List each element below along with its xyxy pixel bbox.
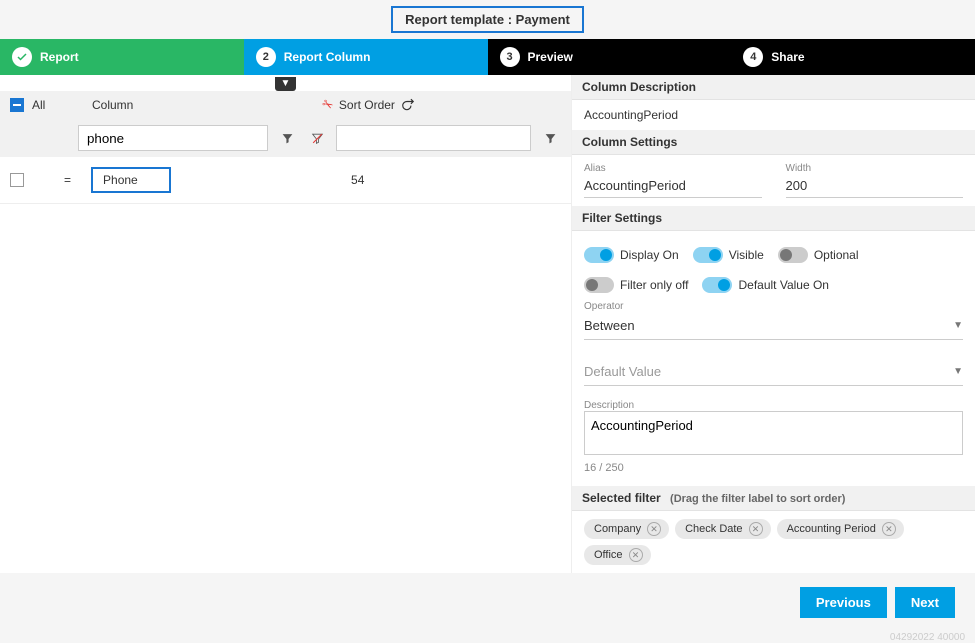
step-number-4: 4 [743, 47, 763, 67]
toggle-visible[interactable] [693, 247, 723, 263]
default-value-select[interactable]: Default Value▼ [584, 358, 963, 386]
sort-filter-input[interactable] [336, 125, 531, 151]
toggle-display-label: Display On [620, 248, 679, 262]
alias-input[interactable]: AccountingPeriod [584, 174, 762, 198]
collapse-all-icon[interactable] [10, 98, 24, 112]
sort-filter-icon[interactable] [539, 125, 561, 151]
toggle-visible-label: Visible [729, 248, 764, 262]
column-filter-row [0, 119, 571, 157]
selected-filter-hint: (Drag the filter label to sort order) [670, 493, 845, 505]
column-list-panel: ▼ All Column ✂ Sort Order = Phone 54 [0, 75, 571, 573]
filter-chip[interactable]: Check Date✕ [675, 519, 770, 539]
previous-button[interactable]: Previous [800, 587, 887, 618]
step-label: Share [771, 50, 804, 64]
filter-icon[interactable] [276, 125, 298, 151]
chevron-down-icon: ▼ [953, 320, 963, 331]
close-icon[interactable]: ✕ [882, 522, 896, 536]
table-row[interactable]: = Phone 54 [0, 157, 571, 204]
step-report[interactable]: Report [0, 39, 244, 75]
close-icon[interactable]: ✕ [629, 548, 643, 562]
toggle-filter-only[interactable] [584, 277, 614, 293]
step-report-column[interactable]: 2 Report Column [244, 39, 488, 75]
column-grid-header: All Column ✂ Sort Order [0, 91, 571, 119]
row-order: 54 [351, 173, 364, 187]
header-all: All [32, 98, 92, 112]
sort-label: Sort Order [339, 98, 395, 112]
column-description-header: Column Description [572, 75, 975, 100]
step-number-3: 3 [500, 47, 520, 67]
width-input[interactable]: 200 [786, 174, 964, 198]
filter-settings-header: Filter Settings [572, 206, 975, 231]
toggle-filter-only-label: Filter only off [620, 278, 688, 292]
column-settings-header: Column Settings [572, 130, 975, 155]
filter-chip[interactable]: Office✕ [584, 545, 651, 565]
step-label: Report Column [284, 50, 371, 64]
description-textarea[interactable] [584, 411, 963, 455]
pin-icon[interactable]: ✂ [319, 95, 336, 114]
operator-label: Operator [584, 301, 963, 312]
toggle-default-value[interactable] [702, 277, 732, 293]
row-operator: = [64, 173, 71, 187]
chevron-down-icon[interactable]: ▼ [275, 77, 297, 91]
toggle-optional-label: Optional [814, 248, 859, 262]
header-sort[interactable]: ✂ Sort Order [322, 97, 561, 113]
char-count: 16 / 250 [584, 458, 963, 478]
alias-label: Alias [584, 163, 762, 174]
column-settings-panel: Column Description AccountingPeriod Colu… [571, 75, 975, 573]
build-number: 04292022 40000 [0, 632, 975, 643]
step-preview[interactable]: 3 Preview [488, 39, 732, 75]
wizard-steps: Report 2 Report Column 3 Preview 4 Share [0, 39, 975, 75]
chevron-down-icon: ▼ [953, 366, 963, 377]
wizard-footer: Previous Next [0, 573, 975, 632]
filter-chips: Company✕ Check Date✕ Accounting Period✕ … [572, 511, 975, 573]
step-number-2: 2 [256, 47, 276, 67]
step-label: Preview [528, 50, 573, 64]
operator-select[interactable]: Between▼ [584, 312, 963, 340]
filter-chip[interactable]: Company✕ [584, 519, 669, 539]
step-share[interactable]: 4 Share [731, 39, 975, 75]
template-title-text: Report template : Payment [391, 6, 584, 33]
close-icon[interactable]: ✕ [647, 522, 661, 536]
check-icon [12, 47, 32, 67]
toggle-optional[interactable] [778, 247, 808, 263]
width-label: Width [786, 163, 964, 174]
template-title: Report template : Payment [0, 0, 975, 39]
next-button[interactable]: Next [895, 587, 955, 618]
column-filter-input[interactable] [78, 125, 268, 151]
toggle-display[interactable] [584, 247, 614, 263]
step-label: Report [40, 50, 79, 64]
refresh-icon[interactable] [401, 98, 415, 112]
description-label: Description [584, 400, 963, 411]
toggle-default-value-label: Default Value On [738, 278, 829, 292]
row-column-name[interactable]: Phone [91, 167, 171, 193]
row-checkbox[interactable] [10, 173, 24, 187]
close-icon[interactable]: ✕ [749, 522, 763, 536]
filter-clear-icon[interactable] [306, 125, 328, 151]
header-column[interactable]: Column [92, 98, 322, 112]
filter-chip[interactable]: Accounting Period✕ [777, 519, 904, 539]
column-description-value: AccountingPeriod [572, 100, 975, 130]
selected-filter-header: Selected filter (Drag the filter label t… [572, 486, 975, 511]
